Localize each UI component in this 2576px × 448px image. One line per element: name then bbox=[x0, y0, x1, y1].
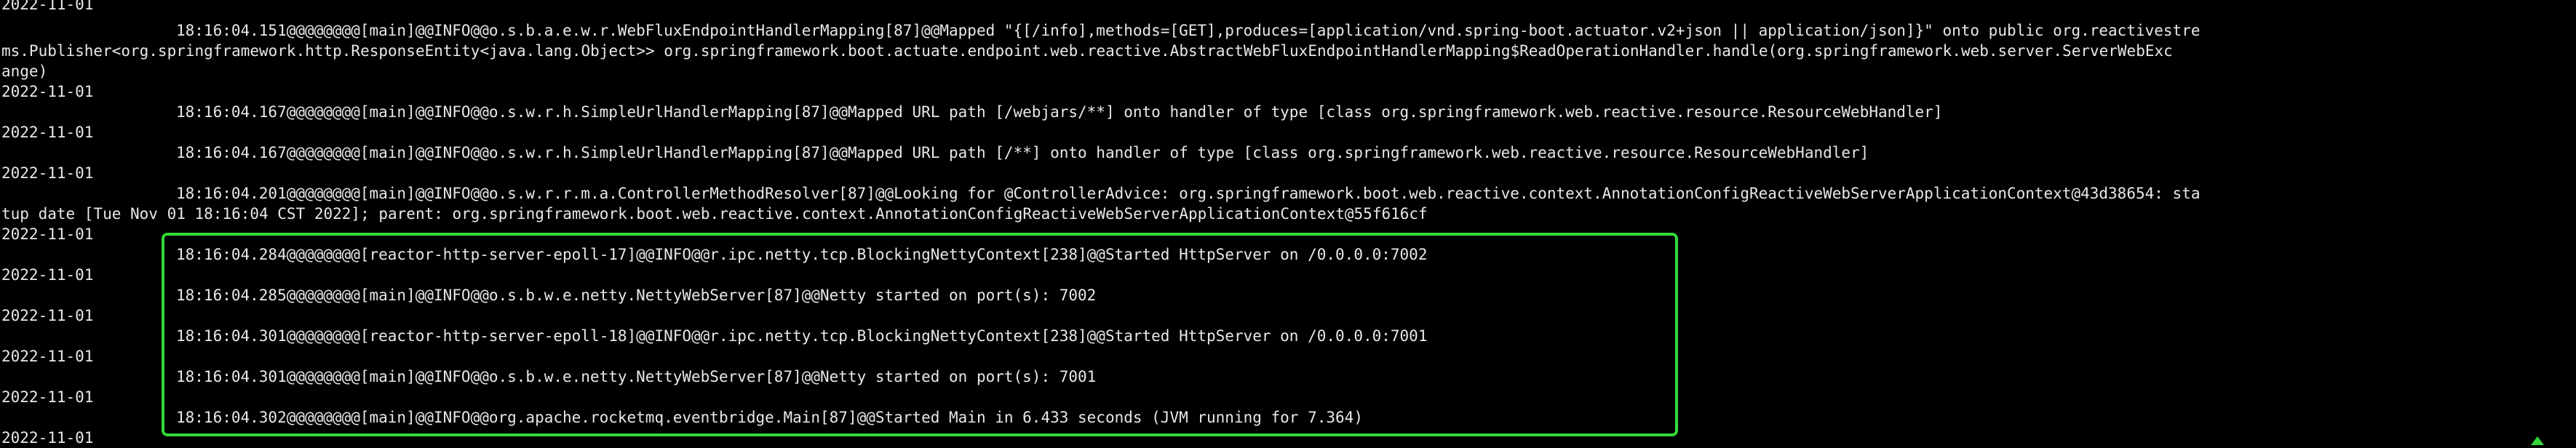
log-date-line: 2022-11-01 bbox=[1, 225, 94, 243]
log-entry-line: 18:16:04.201@@@@@@@@[main]@@INFO@@o.s.w.… bbox=[176, 185, 2201, 202]
log-date-line: 2022-11-01 bbox=[1, 348, 94, 365]
log-entry-line: 18:16:04.167@@@@@@@@[main]@@INFO@@o.s.w.… bbox=[176, 144, 1869, 161]
log-date-line: 2022-11-01 bbox=[1, 0, 94, 13]
log-date-line: 2022-11-01 bbox=[1, 164, 94, 182]
log-date-line: 2022-11-01 bbox=[1, 83, 94, 100]
log-entry-wrap-line: ange) bbox=[1, 63, 48, 80]
log-date-line: 2022-11-01 bbox=[1, 266, 94, 284]
log-entry-line: 18:16:04.151@@@@@@@@[main]@@INFO@@o.s.b.… bbox=[176, 22, 2201, 39]
log-entry-wrap-line: ms.Publisher<org.springframework.http.Re… bbox=[1, 42, 2173, 60]
highlight-annotation-box bbox=[162, 233, 1678, 436]
log-entry-line: 18:16:04.167@@@@@@@@[main]@@INFO@@o.s.w.… bbox=[176, 103, 1943, 121]
log-date-line: 2022-11-01 bbox=[1, 124, 94, 141]
log-entry-wrap-line: tup date [Tue Nov 01 18:16:04 CST 2022];… bbox=[1, 205, 1428, 223]
log-date-line: 2022-11-01 bbox=[1, 307, 94, 324]
caret-up-icon bbox=[2531, 436, 2544, 445]
log-date-line: 2022-11-01 bbox=[1, 388, 94, 406]
